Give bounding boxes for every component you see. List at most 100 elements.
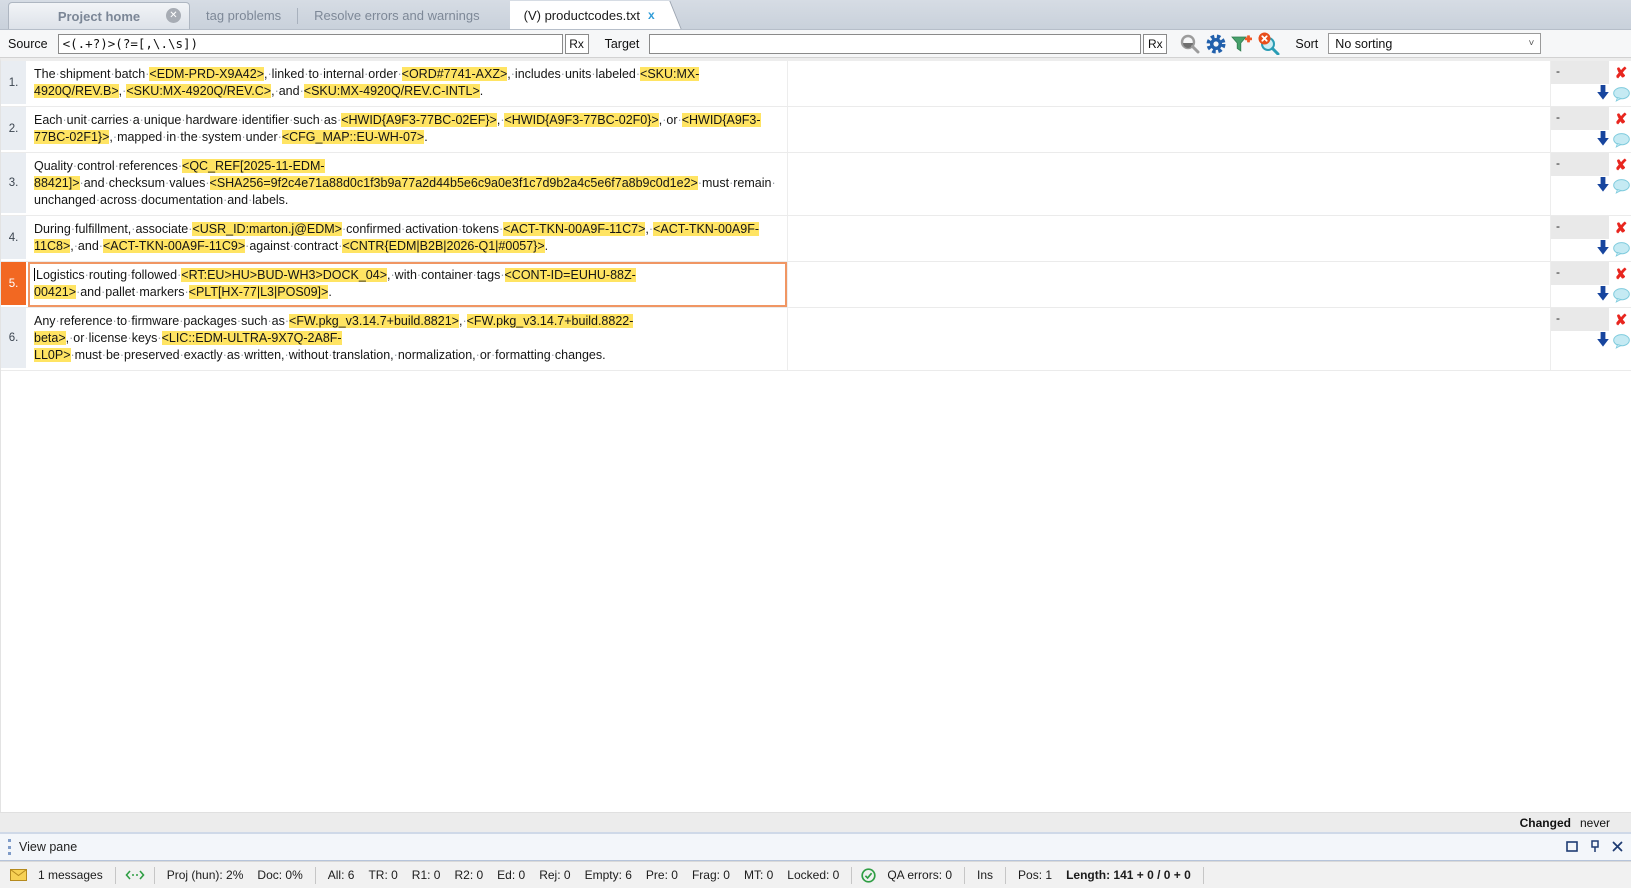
messages-envelope-icon[interactable] (10, 869, 27, 881)
source-text: During·fulfillment,·associate· (34, 222, 193, 236)
float-window-icon[interactable] (1566, 840, 1578, 854)
tab-project-home[interactable]: Project home ✕ (8, 2, 190, 29)
source-cell[interactable]: The·shipment·batch·<EDM-PRD-X9A42>,·link… (28, 61, 788, 106)
inline-tag: <HWID{A9F3-77BC-02EF}> (341, 113, 497, 127)
pin-icon[interactable] (1590, 839, 1600, 855)
target-cell[interactable] (788, 61, 1551, 106)
space-mark: · (70, 348, 75, 362)
segment-row[interactable]: 4. During·fulfillment,·associate·<USR_ID:… (1, 216, 1631, 262)
space-mark: · (304, 67, 309, 81)
filter-toolbar: Source Rx Target Rx (0, 30, 1631, 58)
view-pane-bar[interactable]: View pane (0, 832, 1631, 861)
target-cell[interactable] (788, 262, 1551, 307)
flags-cell[interactable]: ✘ (1611, 153, 1631, 215)
status-cell[interactable]: - (1551, 107, 1611, 152)
space-mark: · (591, 67, 596, 81)
count-item: Pre: 0 (645, 868, 678, 882)
not-translated-arrow-icon (1597, 285, 1609, 306)
inline-tag: <CFG_MAP::EU-WH-07> (281, 130, 425, 144)
space-mark: · (245, 239, 250, 253)
segment-row[interactable]: 2. Each·unit·carries·a·unique·hardware·id… (1, 107, 1631, 153)
segment-row[interactable]: 5. Logistics·routing·followed·<RT:EU>HU>B… (1, 262, 1631, 308)
source-cell[interactable]: Logistics·routing·followed·<RT:EU>HU>BUD… (28, 262, 788, 307)
target-cell[interactable] (788, 107, 1551, 152)
segment-number[interactable]: 2. (1, 107, 28, 152)
status-cell[interactable]: - (1551, 308, 1611, 370)
flags-cell[interactable]: ✘ (1611, 61, 1631, 106)
comment-bubble-icon[interactable] (1611, 84, 1631, 105)
count-item: Rej: 0 (539, 868, 571, 882)
sort-dropdown[interactable]: No sorting ˅ (1328, 33, 1542, 54)
status-cell[interactable]: - (1551, 61, 1611, 106)
tab-resolve-errors-warnings[interactable]: Resolve errors and warnings (298, 2, 495, 29)
drag-handle-icon[interactable] (8, 839, 11, 855)
source-text: . (544, 239, 549, 253)
comment-bubble-icon[interactable] (1611, 239, 1631, 260)
segment-number[interactable]: 4. (1, 216, 28, 261)
status-cell[interactable]: - (1551, 216, 1611, 261)
segment-number[interactable]: 1. (1, 61, 28, 106)
target-label: Target (604, 36, 640, 51)
segment-number[interactable]: 6. (1, 308, 28, 370)
space-mark: · (101, 285, 106, 299)
match-rate: - (1551, 216, 1611, 239)
insert-mode[interactable]: Ins (977, 868, 993, 882)
space-mark: · (128, 113, 133, 127)
comment-bubble-icon[interactable] (1611, 176, 1631, 197)
target-cell[interactable] (788, 216, 1551, 261)
tab-document-productcodes[interactable]: (V) productcodes.txt x (509, 1, 665, 29)
source-cell[interactable]: During·fulfillment,·associate·<USR_ID:ma… (28, 216, 788, 261)
length-counter: Length: 141 + 0 / 0 + 0 (1066, 868, 1191, 882)
space-mark: · (176, 130, 181, 144)
track-changes-arrows-icon[interactable] (125, 869, 145, 881)
close-icon[interactable]: x (648, 8, 655, 22)
flags-cell[interactable]: ✘ (1611, 308, 1631, 370)
inline-tag: <RT:EU>HU>BUD-WH3>DOCK_04> (181, 268, 388, 282)
source-regex-toggle[interactable]: Rx (564, 33, 589, 54)
space-mark: · (240, 348, 245, 362)
target-filter-input[interactable] (649, 33, 1142, 54)
target-regex-toggle[interactable]: Rx (1143, 33, 1168, 54)
comment-bubble-icon[interactable] (1611, 285, 1631, 306)
filter-settings-gear-icon[interactable] (1203, 32, 1229, 56)
flags-cell[interactable]: ✘ (1611, 216, 1631, 261)
status-cell[interactable]: - (1551, 153, 1611, 215)
comment-bubble-icon[interactable] (1611, 331, 1631, 352)
flags-cell[interactable]: ✘ (1611, 107, 1631, 152)
segment-row[interactable]: 3. Quality·control·references·<QC_REF[202… (1, 153, 1631, 216)
source-text: Quality·control·references· (34, 159, 183, 173)
messages-count[interactable]: 1 messages (38, 868, 103, 882)
add-filter-funnel-plus-icon[interactable] (1229, 32, 1255, 56)
source-text: ,· (458, 314, 467, 328)
space-mark: · (401, 222, 406, 236)
space-mark: · (76, 285, 81, 299)
clear-filter-magnifier-x-icon[interactable] (1255, 32, 1281, 56)
source-filter-input[interactable] (57, 33, 563, 54)
space-mark: · (490, 348, 496, 362)
flags-cell[interactable]: ✘ (1611, 262, 1631, 307)
not-translated-arrow-icon (1597, 331, 1609, 352)
source-cell[interactable]: Quality·control·references·<QC_REF[2025-… (28, 153, 788, 215)
source-text: ,·includes·units·labeled· (507, 67, 641, 81)
space-mark: · (475, 348, 480, 362)
inline-tag: <ACT-TKN-00A9F-11C9> (102, 239, 246, 253)
space-mark: · (729, 176, 734, 190)
close-icon[interactable] (1612, 841, 1623, 854)
comment-bubble-icon[interactable] (1611, 130, 1631, 151)
filter-lookup-icon[interactable] (1177, 32, 1203, 56)
space-mark: · (205, 176, 210, 190)
source-cell[interactable]: Any·reference·to·firmware·packages·such·… (28, 308, 788, 370)
source-cell[interactable]: Each·unit·carries·a·unique·hardware·iden… (28, 107, 788, 152)
tab-tag-problems[interactable]: tag problems (190, 2, 297, 29)
inline-tag: <SHA256=9f2c4e71a88d0c1f3b9a77a2d44b5e6c… (209, 176, 698, 190)
space-mark: · (267, 67, 272, 81)
close-icon[interactable]: ✕ (166, 8, 181, 23)
segment-number[interactable]: 3. (1, 153, 28, 215)
target-cell[interactable] (788, 308, 1551, 370)
segment-number[interactable]: 5. (1, 262, 28, 307)
segment-row[interactable]: 6. Any·reference·to·firmware·packages·suc… (1, 308, 1631, 371)
status-cell[interactable]: - (1551, 262, 1611, 307)
segment-row[interactable]: 1. The·shipment·batch·<EDM-PRD-X9A42>,·li… (1, 61, 1631, 107)
target-cell[interactable] (788, 153, 1551, 215)
space-mark: · (69, 331, 74, 345)
